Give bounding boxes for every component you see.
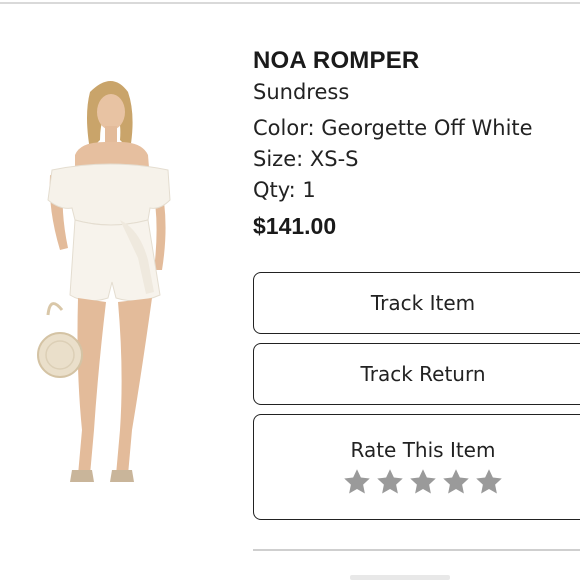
star-icon[interactable] <box>441 467 471 497</box>
top-divider <box>0 2 580 4</box>
star-icon[interactable] <box>375 467 405 497</box>
track-return-button[interactable]: Track Return <box>253 343 580 405</box>
product-color: Color: Georgette Off White <box>253 116 533 140</box>
rate-item-label: Rate This Item <box>350 438 496 462</box>
product-title: NOA ROMPER <box>253 47 420 74</box>
track-item-button[interactable]: Track Item <box>253 272 580 334</box>
rate-item-panel: Rate This Item <box>253 414 580 520</box>
scroll-hint-icon <box>350 575 450 580</box>
star-icon[interactable] <box>408 467 438 497</box>
star-icon[interactable] <box>342 467 372 497</box>
product-details: NOA ROMPER Sundress Color: Georgette Off… <box>253 45 580 241</box>
product-photo <box>37 81 171 482</box>
product-price: $141.00 <box>253 213 337 239</box>
product-size: Size: XS-S <box>253 147 359 171</box>
product-category: Sundress <box>253 80 350 104</box>
rating-stars <box>342 467 504 497</box>
star-icon[interactable] <box>474 467 504 497</box>
bottom-divider <box>253 549 580 551</box>
product-qty: Qty: 1 <box>253 178 316 202</box>
